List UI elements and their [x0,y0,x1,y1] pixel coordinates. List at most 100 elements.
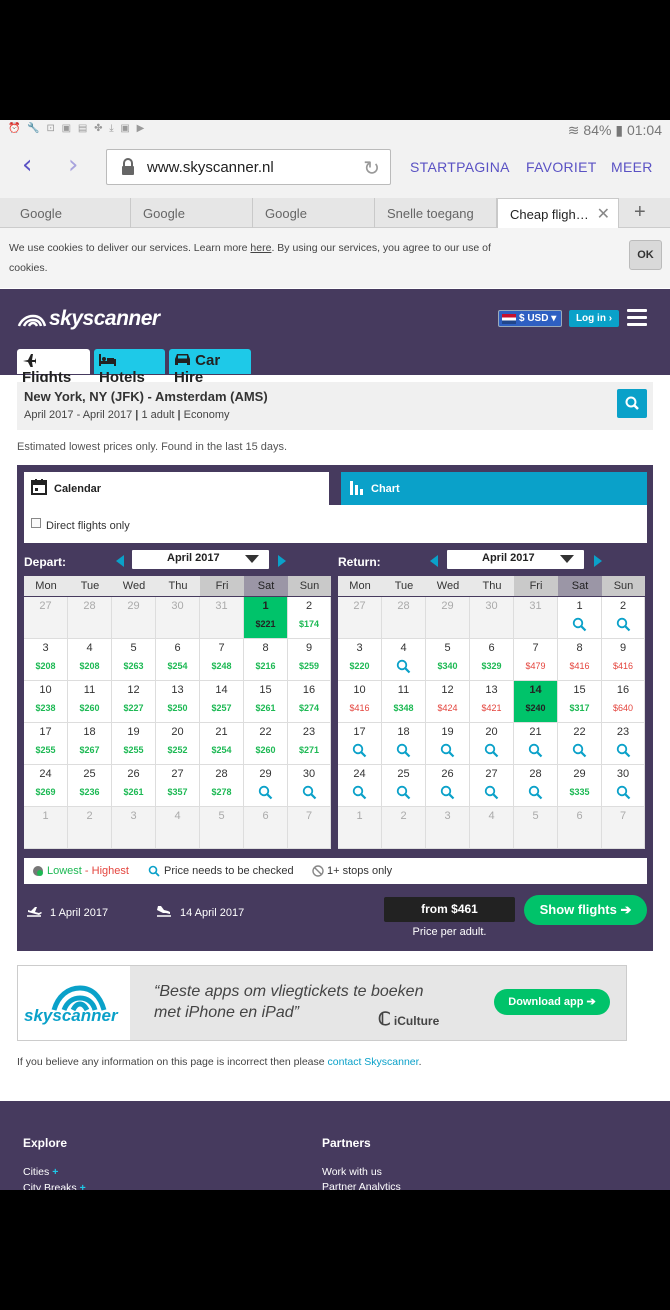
calendar-day[interactable]: 16 $640 [602,681,645,723]
calendar-day[interactable]: 18 [382,723,426,765]
edit-search-button[interactable] [617,389,647,418]
calendar-day[interactable]: 13 $250 [156,681,200,723]
calendar-day[interactable]: 3 $220 [338,639,382,681]
calendar-day[interactable]: 8 $416 [558,639,602,681]
skyscanner-logo[interactable]: skyscanner [17,307,160,331]
tab-google-2[interactable]: Google [131,198,253,228]
meer-button[interactable]: MEER [611,159,653,175]
calendar-day[interactable]: 1 $221 [244,597,288,639]
calendar-day[interactable]: 20 $252 [156,723,200,765]
depart-next-month-icon[interactable] [278,555,286,567]
calendar-day[interactable]: 11 $260 [68,681,112,723]
nav-hotels[interactable]: Hotels [94,349,165,386]
calendar-day[interactable]: 11 $348 [382,681,426,723]
cookie-learn-more-link[interactable]: here [250,242,271,254]
tab-google-3[interactable]: Google [253,198,375,228]
calendar-day[interactable]: 24 [338,765,382,807]
app-download-ad[interactable]: skyscanner “Beste apps om vliegtickets t… [17,965,627,1041]
return-prev-month-icon[interactable] [430,555,438,567]
close-tab-icon[interactable]: ✕ [597,204,610,224]
startpagina-button[interactable]: STARTPAGINA [410,159,510,175]
calendar-day[interactable]: 4 [382,639,426,681]
calendar-day[interactable]: 28 $278 [200,765,244,807]
calendar-day[interactable]: 21 $254 [200,723,244,765]
calendar-day[interactable]: 26 [426,765,470,807]
calendar-day[interactable]: 15 $317 [558,681,602,723]
calendar-day[interactable]: 12 $227 [112,681,156,723]
tab-active[interactable]: Cheap fligh… ✕ [497,198,619,228]
calendar-day[interactable]: 6 $329 [470,639,514,681]
calendar-day[interactable]: 26 $261 [112,765,156,807]
calendar-day[interactable]: 9 $259 [288,639,331,681]
footer-partner-analytics-link[interactable]: Partner Analytics [322,1181,401,1190]
footer-work-with-us-link[interactable]: Work with us [322,1166,382,1178]
forward-icon[interactable]: › [68,150,78,180]
calendar-day[interactable]: 6 $254 [156,639,200,681]
nav-car-hire[interactable]: Car Hire [169,349,251,386]
favoriet-button[interactable]: FAVORIET [526,159,597,175]
tab-calendar[interactable]: Calendar [24,472,329,505]
login-button[interactable]: Log in › [569,310,619,327]
contact-skyscanner-link[interactable]: contact Skyscanner [328,1056,419,1068]
calendar-day[interactable]: 17 [338,723,382,765]
calendar-day[interactable]: 23 [602,723,645,765]
calendar-day[interactable]: 2 [602,597,645,639]
footer-city-breaks-link[interactable]: City Breaks + [23,1182,86,1190]
reload-icon[interactable]: ↻ [363,156,380,180]
calendar-day[interactable]: 15 $261 [244,681,288,723]
calendar-day[interactable]: 21 [514,723,558,765]
calendar-day[interactable]: 25 [382,765,426,807]
calendar-day[interactable]: 23 $271 [288,723,331,765]
calendar-day[interactable]: 20 [470,723,514,765]
calendar-day[interactable]: 4 $208 [68,639,112,681]
depart-prev-month-icon[interactable] [116,555,124,567]
calendar-day[interactable]: 3 $208 [24,639,68,681]
calendar-day[interactable]: 24 $269 [24,765,68,807]
calendar-day[interactable]: 30 [602,765,645,807]
calendar-day[interactable]: 14 $257 [200,681,244,723]
calendar-day[interactable]: 2 $174 [288,597,331,639]
new-tab-button[interactable]: + [619,198,670,228]
show-flights-button[interactable]: Show flights ➔ [524,895,647,925]
calendar-day[interactable]: 5 $340 [426,639,470,681]
tab-chart[interactable]: Chart [341,472,647,505]
calendar-day[interactable]: 29 [244,765,288,807]
download-app-button[interactable]: Download app ➔ [494,989,610,1015]
calendar-day[interactable]: 19 $255 [112,723,156,765]
calendar-day[interactable]: 19 [426,723,470,765]
direct-flights-checkbox[interactable] [31,518,41,528]
calendar-day[interactable]: 16 $274 [288,681,331,723]
calendar-day[interactable]: 27 $357 [156,765,200,807]
address-bar[interactable]: www.skyscanner.nl ↻ [106,149,391,185]
calendar-day[interactable]: 14 $240 [514,681,558,723]
cookie-ok-button[interactable]: OK [629,240,662,270]
return-month-select[interactable]: April 2017 [447,550,584,569]
calendar-day[interactable]: 12 $424 [426,681,470,723]
calendar-day[interactable]: 29 $335 [558,765,602,807]
hamburger-menu-icon[interactable] [627,309,647,326]
footer-cities-link[interactable]: Cities + [23,1166,58,1178]
depart-month-select[interactable]: April 2017 [132,550,269,569]
calendar-day[interactable]: 1 [558,597,602,639]
calendar-day[interactable]: 27 [470,765,514,807]
calendar-day[interactable]: 5 $263 [112,639,156,681]
nav-flights[interactable]: Flights [17,349,90,386]
calendar-day[interactable]: 17 $255 [24,723,68,765]
calendar-day[interactable]: 22 [558,723,602,765]
back-icon[interactable]: ‹ [22,150,32,180]
calendar-day[interactable]: 10 $416 [338,681,382,723]
calendar-day[interactable]: 9 $416 [602,639,645,681]
calendar-day[interactable]: 28 [514,765,558,807]
calendar-day[interactable]: 10 $238 [24,681,68,723]
calendar-day[interactable]: 8 $216 [244,639,288,681]
calendar-day[interactable]: 7 $248 [200,639,244,681]
calendar-day[interactable]: 13 $421 [470,681,514,723]
return-next-month-icon[interactable] [594,555,602,567]
calendar-day[interactable]: 7 $479 [514,639,558,681]
calendar-day[interactable]: 18 $267 [68,723,112,765]
calendar-day[interactable]: 25 $236 [68,765,112,807]
tab-google-1[interactable]: Google [8,198,131,228]
currency-selector[interactable]: $ USD ▾ [498,310,562,327]
search-summary[interactable]: New York, NY (JFK) - Amsterdam (AMS) Apr… [17,382,653,430]
calendar-day[interactable]: 22 $260 [244,723,288,765]
